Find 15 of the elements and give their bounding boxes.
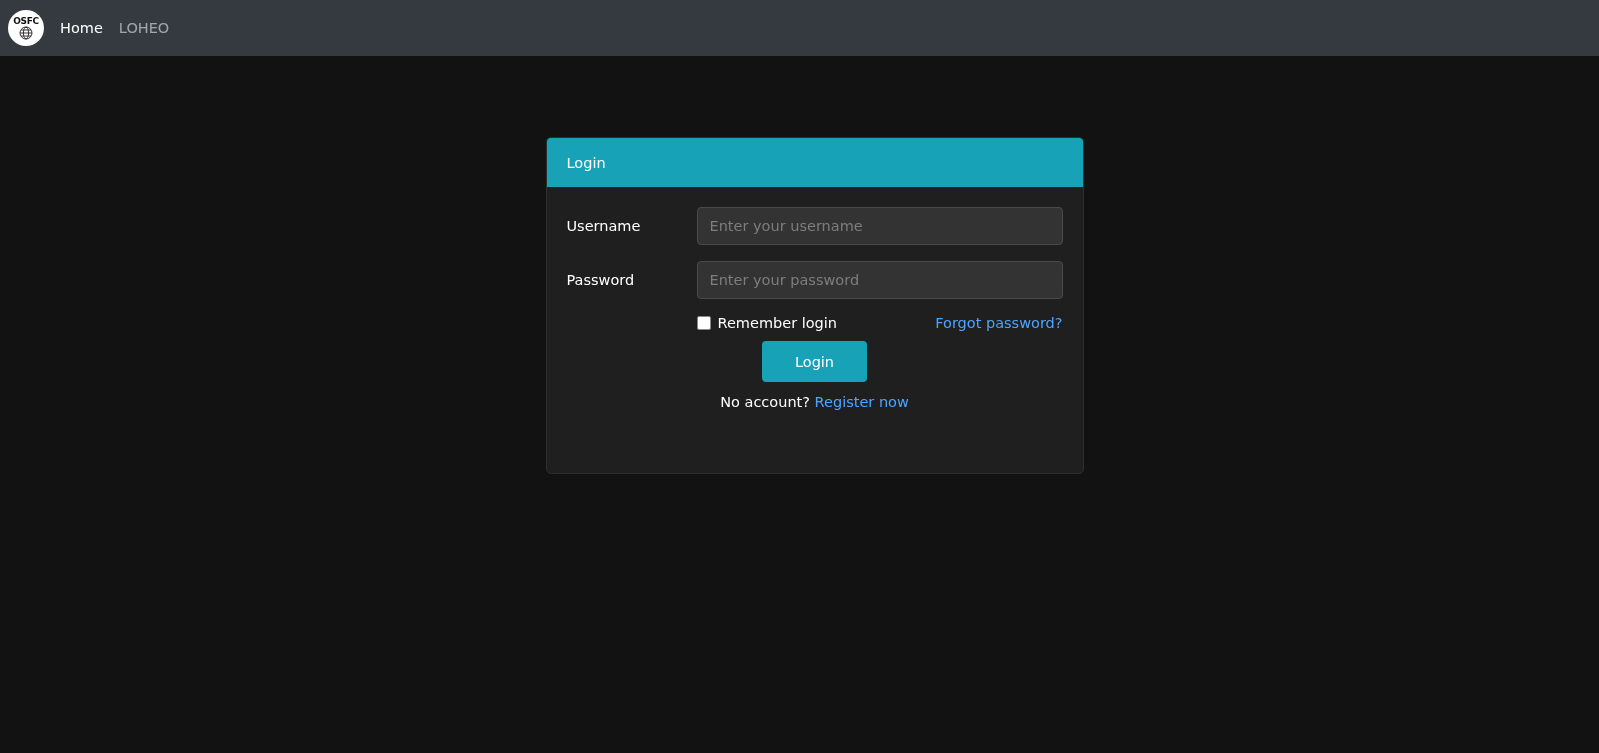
globe-icon	[19, 25, 33, 40]
checkbox-label: Remember login	[717, 315, 838, 331]
input-field[interactable]: Enter your password	[696, 261, 1063, 299]
checkbox[interactable]	[696, 316, 711, 330]
nav-link[interactable]: Home	[60, 20, 103, 36]
input-field[interactable]: Enter your username	[696, 207, 1063, 245]
register-prompt: No account?	[720, 394, 810, 410]
field-label: Username	[566, 218, 642, 234]
card-header: Login	[546, 138, 1083, 187]
logo-text: OSFC	[13, 16, 39, 26]
forgot-password-link[interactable]: Forgot password?	[935, 315, 1063, 331]
field-label: Password	[566, 272, 636, 288]
logo[interactable]: OSFC	[8, 10, 44, 46]
nav-link[interactable]: LOHEO	[118, 20, 170, 36]
register-link[interactable]: Register now	[814, 394, 909, 410]
